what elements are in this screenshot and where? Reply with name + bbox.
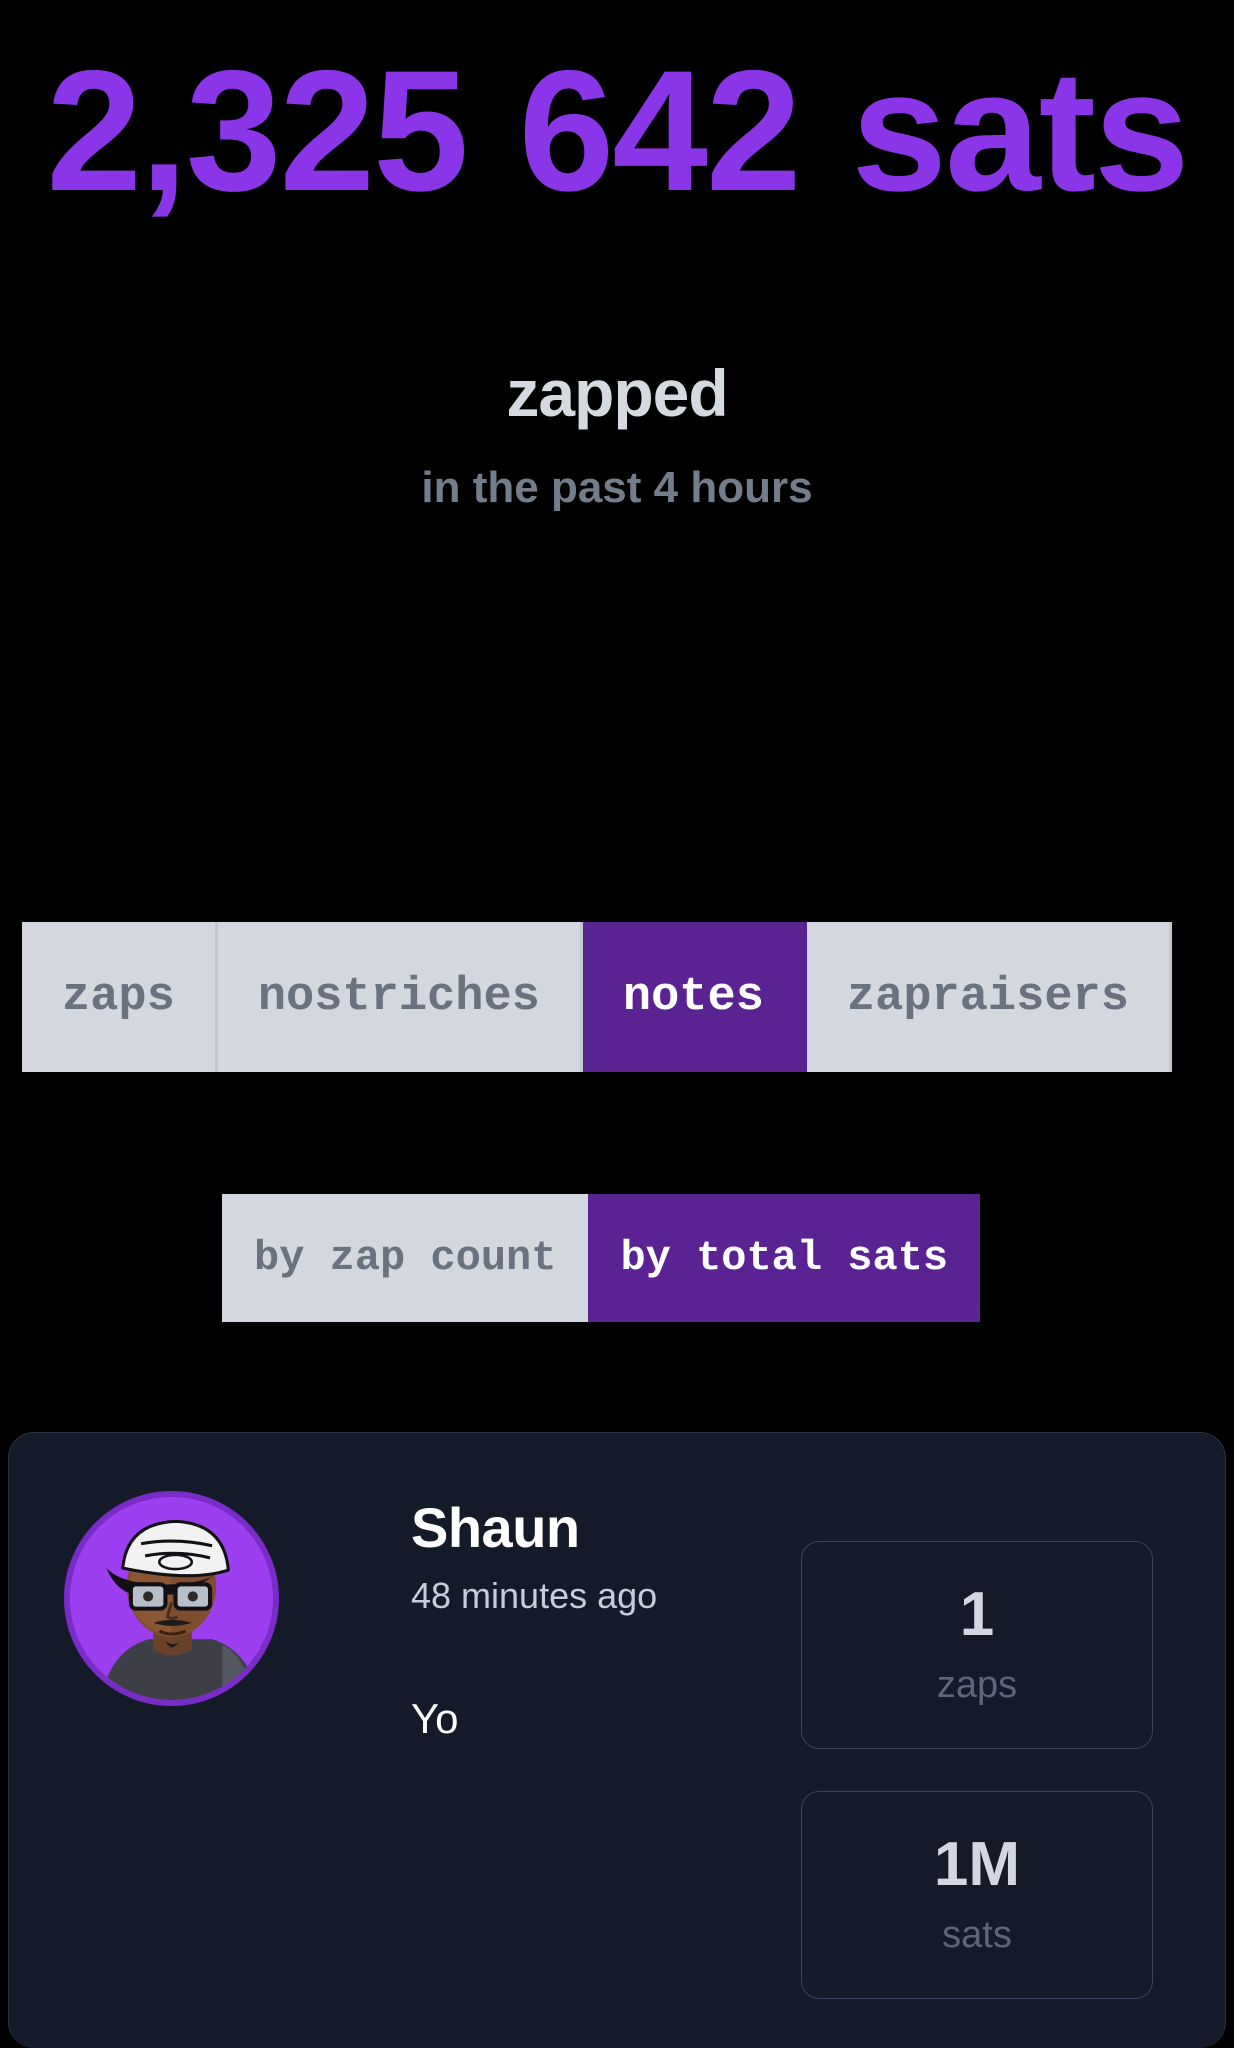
zapped-label: zapped — [506, 355, 728, 430]
note-body: Shaun 48 minutes ago Yo — [411, 1497, 811, 1743]
time-window-label: in the past 4 hours — [421, 462, 813, 512]
sort-toggle-group: by zap count by total sats — [222, 1194, 981, 1322]
stat-box-sats: 1M sats — [801, 1791, 1153, 1999]
note-stats-group: 1 zaps 1M sats — [801, 1541, 1153, 1999]
note-card[interactable]: Shaun 48 minutes ago Yo 1 zaps 1M sats — [8, 1432, 1226, 2048]
stat-zaps-label: zaps — [936, 1663, 1018, 1706]
stat-sats-value: 1M — [933, 1829, 1021, 1899]
note-timestamp: 48 minutes ago — [411, 1574, 658, 1616]
stat-sats-label: sats — [942, 1913, 1012, 1956]
tab-zaps[interactable]: zaps — [22, 922, 218, 1072]
avatar-portrait-icon — [70, 1497, 273, 1700]
primary-tab-bar: zaps nostriches notes zapraisers — [22, 922, 1234, 1072]
tab-notes[interactable]: notes — [582, 922, 807, 1072]
total-sats-amount: 2,325 642 sats — [46, 35, 1189, 227]
tab-zapraisers[interactable]: zapraisers — [806, 922, 1172, 1072]
sort-by-zap-count-button[interactable]: by zap count — [222, 1194, 589, 1322]
stat-zaps-value: 1 — [959, 1579, 995, 1649]
stat-box-zaps: 1 zaps — [801, 1541, 1153, 1749]
note-content: Yo — [411, 1694, 459, 1742]
hero-section: 2,325 642 sats zapped in the past 4 hour… — [0, 0, 1234, 513]
tab-nostriches[interactable]: nostriches — [217, 922, 583, 1072]
note-author-name[interactable]: Shaun — [411, 1497, 811, 1559]
avatar[interactable] — [64, 1491, 279, 1706]
sort-by-total-sats-button[interactable]: by total sats — [588, 1194, 981, 1322]
